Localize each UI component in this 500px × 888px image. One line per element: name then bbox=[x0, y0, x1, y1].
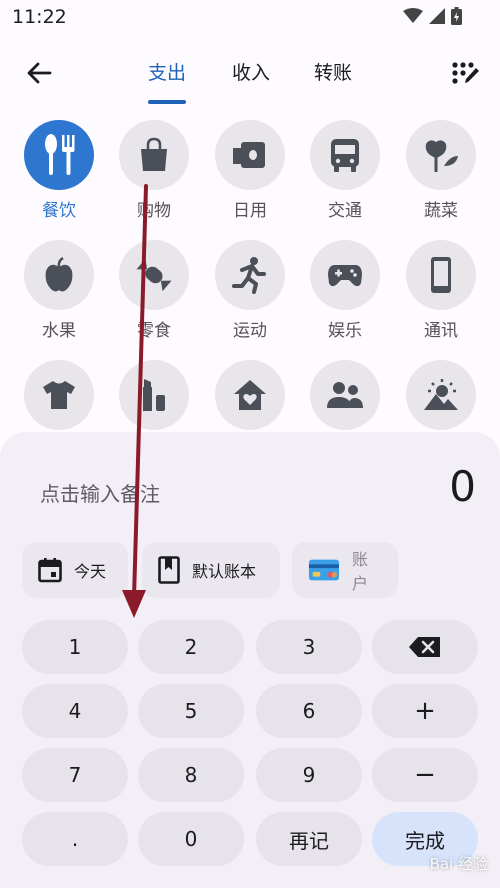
tab-indicator bbox=[148, 100, 186, 104]
cosmetics-icon bbox=[143, 379, 165, 411]
bookmark-book-icon bbox=[158, 556, 180, 584]
minus-key[interactable]: − bbox=[372, 748, 478, 802]
category-item[interactable]: 日用 bbox=[205, 120, 295, 221]
category-item[interactable]: 购物 bbox=[109, 120, 199, 221]
key-3[interactable]: 3 bbox=[256, 620, 362, 674]
key-7[interactable]: 7 bbox=[22, 748, 128, 802]
tab-income[interactable]: 收入 bbox=[232, 58, 270, 85]
watermark: Bai 经验 bbox=[429, 855, 488, 873]
credit-card-icon bbox=[308, 559, 339, 581]
bus-icon bbox=[331, 139, 359, 172]
category-item[interactable]: 蔬菜 bbox=[396, 120, 486, 221]
gamepad-icon bbox=[328, 265, 362, 287]
dots-grid-icon bbox=[452, 62, 479, 84]
tab-transfer[interactable]: 转账 bbox=[314, 58, 352, 85]
shopping-bag-icon bbox=[141, 137, 167, 171]
category-item[interactable]: 交通 bbox=[300, 120, 390, 221]
category-item[interactable]: 水果 bbox=[14, 240, 104, 341]
key-dot[interactable]: . bbox=[22, 812, 128, 866]
category-item[interactable]: 零食 bbox=[109, 240, 199, 341]
key-2[interactable]: 2 bbox=[138, 620, 244, 674]
book-chip[interactable]: 默认账本 bbox=[142, 542, 280, 598]
category-item[interactable] bbox=[14, 360, 104, 430]
utensils-icon bbox=[45, 134, 75, 175]
tshirt-icon bbox=[43, 381, 75, 409]
candy-icon bbox=[136, 258, 172, 292]
record-again-button[interactable]: 再记 bbox=[256, 812, 362, 866]
wifi-icon bbox=[403, 8, 423, 23]
status-bar: 11:22 bbox=[0, 0, 500, 34]
arrow-left-icon bbox=[27, 62, 52, 84]
key-5[interactable]: 5 bbox=[138, 684, 244, 738]
running-icon bbox=[232, 257, 266, 294]
key-0[interactable]: 0 bbox=[138, 812, 244, 866]
category-item[interactable] bbox=[300, 360, 390, 430]
apple-icon bbox=[45, 257, 73, 292]
account-label: 账户 bbox=[351, 550, 368, 593]
tab-expense[interactable]: 支出 bbox=[148, 58, 186, 85]
people-icon bbox=[327, 382, 363, 408]
battery-icon bbox=[451, 7, 462, 25]
category-edit-button[interactable] bbox=[450, 58, 480, 88]
tissue-roll-icon bbox=[233, 142, 265, 168]
category-item[interactable]: 通讯 bbox=[396, 240, 486, 341]
top-bar: 支出 收入 转账 bbox=[0, 44, 500, 104]
category-item[interactable]: 娱乐 bbox=[300, 240, 390, 341]
key-4[interactable]: 4 bbox=[22, 684, 128, 738]
account-chip[interactable]: 账户 bbox=[292, 542, 398, 598]
category-item[interactable] bbox=[109, 360, 199, 430]
plus-key[interactable]: + bbox=[372, 684, 478, 738]
amount-display: 0 bbox=[449, 462, 476, 511]
category-item[interactable] bbox=[396, 360, 486, 430]
category-item[interactable]: 餐饮 bbox=[14, 120, 104, 221]
vegetable-icon bbox=[425, 140, 458, 172]
status-time: 11:22 bbox=[12, 6, 67, 28]
signal-icon bbox=[429, 8, 445, 24]
status-icons bbox=[403, 7, 462, 25]
date-chip[interactable]: 今天 bbox=[22, 542, 128, 598]
category-item[interactable]: 运动 bbox=[205, 240, 295, 341]
landscape-icon bbox=[424, 379, 458, 410]
entry-sheet: 点击输入备注 0 今天 默认账本 账户 1 2 3 4 5 6 + 7 8 9 … bbox=[0, 432, 500, 888]
book-label: 默认账本 bbox=[192, 562, 257, 581]
key-6[interactable]: 6 bbox=[256, 684, 362, 738]
home-heart-icon bbox=[234, 380, 266, 410]
calendar-icon bbox=[38, 558, 62, 583]
note-input[interactable]: 点击输入备注 bbox=[40, 478, 160, 507]
backspace-icon bbox=[409, 637, 440, 657]
back-button[interactable] bbox=[22, 56, 56, 90]
phone-icon bbox=[431, 257, 451, 293]
key-1[interactable]: 1 bbox=[22, 620, 128, 674]
backspace-key[interactable] bbox=[372, 620, 478, 674]
key-9[interactable]: 9 bbox=[256, 748, 362, 802]
date-label: 今天 bbox=[74, 562, 107, 581]
key-8[interactable]: 8 bbox=[138, 748, 244, 802]
category-item[interactable] bbox=[205, 360, 295, 430]
